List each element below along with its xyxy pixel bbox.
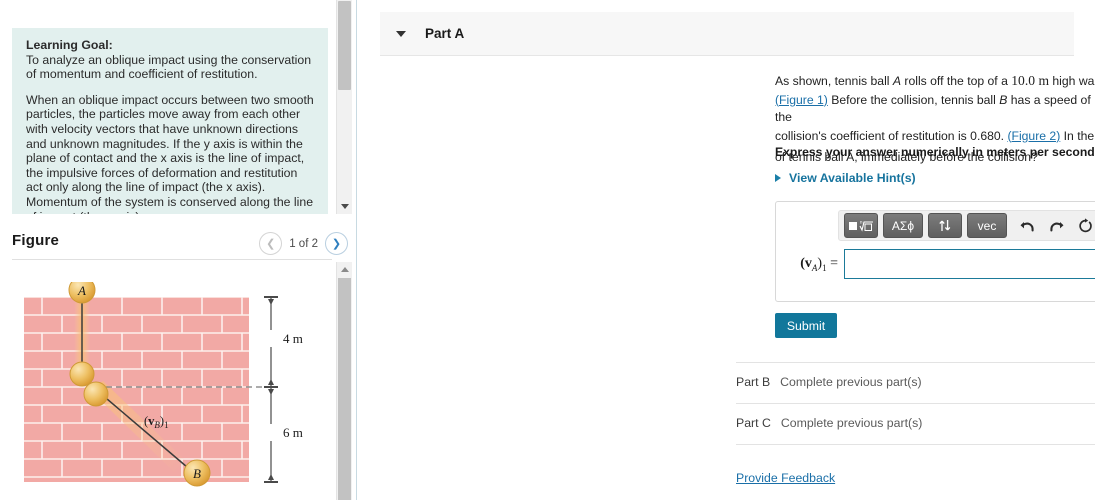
part-a-label: Part A [425,26,465,41]
learning-goal-box: Learning Goal: To analyze an oblique imp… [12,28,328,214]
figure-next-button[interactable]: ❯ [325,232,348,255]
chevron-right-icon: ❯ [331,238,342,250]
ball-a-label: A [77,283,86,298]
up-down-arrows-icon [939,220,951,231]
learning-goal-text: To analyze an oblique impact using the c… [26,52,312,82]
right-panel: Part A As shown, tennis ball A rolls off… [358,0,1095,500]
redo-arrow-icon[interactable] [1048,218,1065,234]
ball-b-at-impact [83,381,109,407]
part-c-row[interactable]: Part C Complete previous part(s) [736,416,922,430]
figure-counter: 1 of 2 [289,237,318,250]
figure-prev-button[interactable]: ❮ [259,232,283,255]
mastering-physics-page: Learning Goal: To analyze an oblique imp… [0,0,1095,500]
figure-scroll-region[interactable]: A B (vB)1 4 m 6 m [0,262,336,500]
learning-goal-heading-paragraph: Learning Goal: To analyze an oblique imp… [26,38,314,82]
learning-goal-title: Learning Goal: [26,38,113,52]
dimension-top-label: 4 m [283,331,303,346]
question-line-1: As shown, tennis ball A rolls off the to… [775,73,1095,88]
greek-symbols-button[interactable]: ΑΣϕ [883,213,923,238]
learning-goal-scroll-region[interactable]: Learning Goal: To analyze an oblique imp… [0,0,356,214]
dimension-bottom-label: 6 m [283,425,303,440]
learning-goal-paragraph: When an oblique impact occurs between tw… [26,92,314,214]
question-line-2: (Figure 1) Before the collision, tennis … [775,92,1095,125]
figure-scrollbar-thumb[interactable] [338,278,351,500]
figure-2-link[interactable]: (Figure 2) [1007,129,1060,143]
triangle-right-icon [775,174,781,182]
figure-divider [12,259,332,260]
view-hints-button[interactable]: View Available Hint(s) [775,171,916,185]
submit-button[interactable]: Submit [775,313,837,338]
part-c-label: Part C [736,416,771,430]
ball-a-at-impact [69,361,95,387]
left-panel: Learning Goal: To analyze an oblique imp… [0,0,357,500]
vector-button[interactable]: vec [967,213,1007,238]
provide-feedback-link[interactable]: Provide Feedback [736,471,835,485]
svg-text:n: n [860,221,863,226]
math-toolbar: n ΑΣϕ vec [838,210,1095,241]
answer-input[interactable] [844,249,1095,279]
part-b-row[interactable]: Part B Complete previous part(s) [736,375,922,389]
chevron-left-icon: ❮ [266,238,276,250]
part-b-status: Complete previous part(s) [780,375,922,389]
figure-navigation: ❮ 1 of 2 ❯ [259,232,348,255]
template-icon: n [849,221,873,232]
scroll-up-arrow-icon[interactable] [337,262,352,277]
part-c-status: Complete previous part(s) [780,416,923,430]
learning-goal-scrollbar[interactable] [336,0,352,214]
oblique-impact-diagram: A B (vB)1 4 m 6 m [24,282,304,487]
divider-1 [736,362,1095,363]
answer-row: (vA)1 = m/s [776,249,1095,279]
figure-1-link[interactable]: (Figure 1) [775,93,828,107]
reset-circular-arrow-icon[interactable] [1077,217,1093,234]
learning-goal-scrollbar-thumb[interactable] [338,1,351,90]
figure-scrollbar[interactable] [336,262,352,500]
figure-panel-title: Figure [12,232,60,249]
divider-2 [736,403,1095,404]
brick-wall [24,297,249,482]
part-a-header[interactable]: Part A [380,12,1074,56]
undo-arrow-icon[interactable] [1019,218,1036,234]
answer-instruction: Express your answer numerically in meter… [775,145,1095,159]
ball-b-label: B [193,466,201,481]
answer-entry-box: n ΑΣϕ vec (vA)1 = [775,201,1095,302]
subscript-superscript-button[interactable] [928,213,962,238]
scroll-down-arrow-icon[interactable] [337,198,352,214]
divider-3 [736,444,1095,445]
template-button[interactable]: n [844,213,878,238]
part-b-label: Part B [736,375,771,389]
answer-variable-label: (vA)1 = [800,255,838,273]
caret-down-icon[interactable] [396,30,406,37]
view-hints-label: View Available Hint(s) [789,171,916,185]
dimension-lines [264,296,278,483]
